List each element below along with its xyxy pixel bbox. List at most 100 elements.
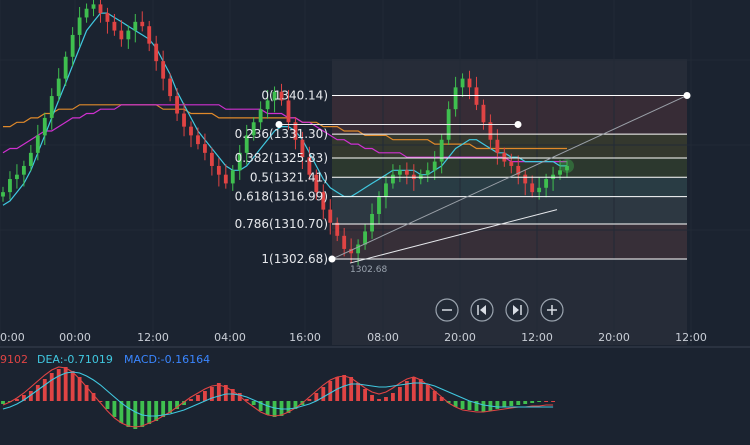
candle-body bbox=[363, 231, 367, 245]
candle-body bbox=[328, 209, 333, 223]
macd-bar bbox=[272, 401, 277, 417]
candle-body bbox=[182, 113, 186, 127]
fib-end-handle[interactable] bbox=[683, 91, 691, 99]
candle-body bbox=[216, 165, 221, 175]
zoom-out-button[interactable] bbox=[435, 298, 459, 322]
macd-bar bbox=[154, 401, 159, 421]
candle-body bbox=[28, 152, 33, 166]
fib-band bbox=[332, 196, 687, 225]
macd-bar bbox=[391, 393, 395, 401]
line-left-handle[interactable] bbox=[275, 120, 283, 128]
candle-body bbox=[175, 96, 179, 114]
macd-bar bbox=[523, 401, 528, 404]
time-tick-label: 16:00 bbox=[289, 331, 321, 344]
candle-body bbox=[453, 87, 458, 110]
line-right-handle[interactable] bbox=[514, 120, 522, 128]
candle-body bbox=[105, 13, 110, 22]
macd-bar bbox=[49, 373, 54, 401]
fib-level-label: 0.786(1310.70) bbox=[235, 217, 328, 231]
macd-bar bbox=[42, 379, 47, 401]
macd-bar bbox=[377, 399, 381, 401]
step-back-button[interactable] bbox=[470, 298, 494, 322]
candle-body bbox=[397, 170, 402, 175]
fib-start-handle[interactable] bbox=[328, 255, 336, 263]
candle-body bbox=[286, 100, 291, 123]
time-tick-label: 12:00 bbox=[137, 331, 169, 344]
macd-bar bbox=[467, 401, 472, 410]
macd-bar bbox=[147, 401, 152, 424]
time-tick-label: 04:00 bbox=[214, 331, 246, 344]
macd-bar bbox=[356, 383, 361, 401]
macd-bar bbox=[537, 401, 542, 402]
candle-body bbox=[474, 87, 479, 105]
time-tick-label: 00:00 bbox=[59, 331, 91, 344]
fib-level-label: 1(1302.68) bbox=[261, 252, 328, 266]
dea-readout: DEA:-0.71019 bbox=[37, 353, 113, 366]
macd-bar bbox=[363, 389, 367, 401]
candle-body bbox=[15, 174, 19, 180]
time-tick-label: 20:00 bbox=[444, 331, 476, 344]
candle-body bbox=[140, 21, 145, 27]
candle-body bbox=[84, 8, 89, 18]
candle-body bbox=[432, 161, 437, 171]
candle-body bbox=[495, 139, 500, 153]
candle-body bbox=[8, 179, 12, 193]
macd-bar bbox=[544, 401, 549, 402]
candle-body bbox=[21, 165, 26, 175]
candle-body bbox=[98, 4, 103, 14]
candle-body bbox=[481, 104, 486, 123]
candle-body bbox=[112, 21, 117, 31]
time-tick-label: 20:00 bbox=[598, 331, 630, 344]
dif-readout: 9102 bbox=[0, 353, 28, 366]
candle-body bbox=[467, 78, 472, 88]
candle-body bbox=[391, 174, 395, 184]
macd-bar bbox=[56, 369, 61, 401]
macd-bar bbox=[370, 395, 374, 401]
macd-bar bbox=[112, 401, 117, 417]
macd-bar bbox=[349, 377, 354, 401]
candle-body bbox=[196, 135, 200, 145]
macd-bar bbox=[384, 397, 388, 401]
candle-body bbox=[154, 43, 159, 62]
candle-body bbox=[91, 4, 96, 9]
candle-body bbox=[42, 117, 47, 136]
macd-bar bbox=[203, 391, 207, 401]
zoom-in-button[interactable] bbox=[540, 298, 564, 322]
candle-body bbox=[544, 179, 549, 188]
candle-body bbox=[77, 17, 82, 35]
fib-level-label: 0.236(1331.30) bbox=[235, 127, 328, 141]
candle-body bbox=[161, 61, 166, 79]
fib-level-label: 0.5(1321.41) bbox=[250, 170, 328, 184]
macd-bar bbox=[105, 401, 110, 409]
candle-body bbox=[203, 144, 207, 153]
candle-body bbox=[126, 30, 131, 40]
candle-body bbox=[230, 170, 235, 184]
macd-readout: MACD:-0.16164 bbox=[124, 353, 210, 366]
macd-bar bbox=[411, 377, 416, 401]
macd-bar bbox=[35, 385, 40, 401]
trading-chart[interactable]: 0(1340.14) 0.236(1331.30) 0.382(1325.83) 0.… bbox=[0, 0, 750, 445]
candle-body bbox=[530, 183, 535, 193]
macd-bar bbox=[307, 399, 312, 401]
macd-bar bbox=[196, 395, 200, 401]
macd-bar bbox=[418, 379, 423, 401]
macd-bar bbox=[509, 401, 514, 406]
candle-body bbox=[168, 78, 173, 97]
candle-body bbox=[537, 187, 542, 193]
candle-body bbox=[523, 174, 528, 184]
step-forward-button[interactable] bbox=[505, 298, 529, 322]
macd-bar bbox=[189, 399, 193, 401]
time-tick-label: 08:00 bbox=[367, 331, 399, 344]
macd-bar bbox=[495, 401, 500, 409]
macd-bar bbox=[328, 381, 333, 401]
macd-bar bbox=[342, 375, 347, 401]
candle-body bbox=[509, 161, 514, 166]
candle-body bbox=[223, 174, 228, 184]
macd-bar bbox=[516, 401, 521, 405]
fib-level-label: 0.618(1316.99) bbox=[235, 190, 328, 204]
candle-body bbox=[502, 152, 507, 162]
macd-bar bbox=[265, 401, 270, 415]
macd-bar bbox=[481, 401, 486, 412]
fib-level-label: 0(1340.14) bbox=[261, 88, 328, 102]
candle-body bbox=[370, 213, 374, 232]
